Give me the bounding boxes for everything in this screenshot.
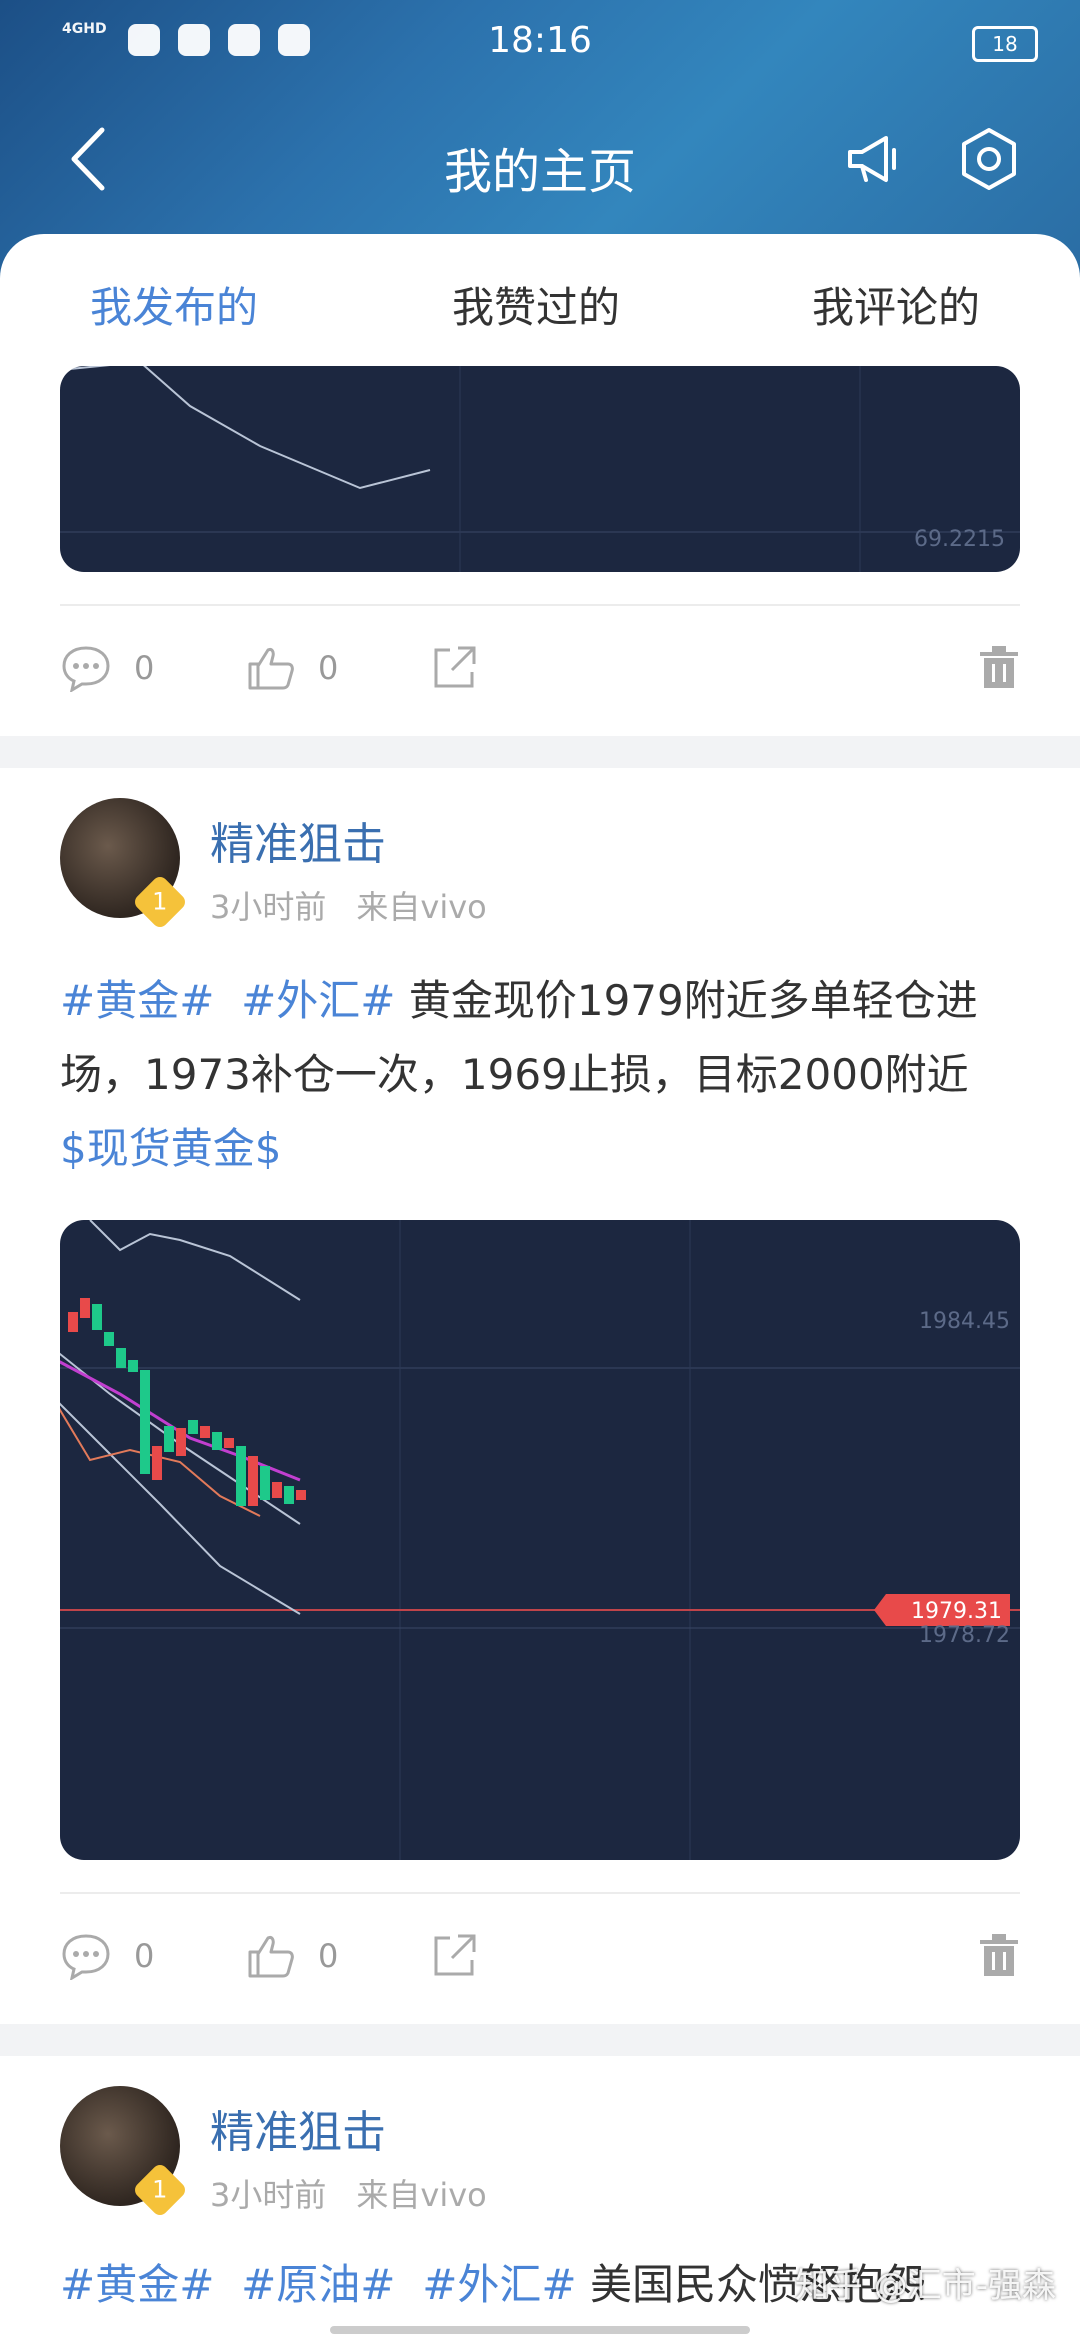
like-button[interactable]: 0: [246, 1932, 338, 1980]
divider: [60, 1892, 1020, 1894]
hashtag-gold[interactable]: #黄金#: [60, 976, 214, 1025]
post-actions: 0 0: [0, 1914, 1080, 2004]
chart-price-label: 69.2215: [914, 527, 1005, 552]
thumbs-up-icon: [248, 1936, 294, 1978]
share-icon: [434, 646, 476, 688]
nav-bar: 我的主页: [0, 110, 1080, 210]
tab-liked[interactable]: 我赞过的: [452, 274, 620, 335]
thumbs-up-icon: [248, 648, 294, 690]
like-button[interactable]: 0: [246, 644, 338, 692]
status-time: 18:16: [488, 20, 592, 61]
post-chart-image[interactable]: 69.2215: [60, 366, 1020, 572]
username[interactable]: 精准狙击: [210, 2096, 386, 2160]
divider: [60, 604, 1020, 606]
chart-price-high: 1984.45: [919, 1309, 1010, 1334]
chart-image-graphic: 69.2215: [60, 366, 1020, 572]
candles: [68, 1298, 306, 1506]
page-title: 我的主页: [443, 144, 636, 200]
delete-icon[interactable]: [978, 644, 1020, 690]
post-chart-image[interactable]: 1984.45 1979.31 1978.72: [60, 1220, 1020, 1860]
comment-count: 0: [134, 1937, 155, 1975]
like-count: 0: [318, 1937, 339, 1975]
post-source: 来自vivo: [356, 888, 487, 926]
post-actions: 0 0: [0, 626, 1080, 716]
hashtag-forex[interactable]: #外汇#: [241, 976, 395, 1025]
candlestick-chart-graphic: 1984.45 1979.31 1978.72: [60, 1220, 1020, 1860]
comment-button[interactable]: 0: [60, 1932, 154, 1980]
like-count: 0: [318, 649, 339, 687]
comment-count: 0: [134, 649, 155, 687]
tab-my-posts[interactable]: 我发布的: [90, 274, 258, 335]
post-separator: [0, 736, 1080, 768]
comment-icon: [62, 646, 110, 692]
post-source: 来自vivo: [356, 2176, 487, 2214]
chart-current-price: 1979.31: [911, 1599, 1002, 1624]
tab-commented[interactable]: 我评论的: [812, 274, 980, 335]
watermark: 知乎 @汇市-强森: [794, 2266, 1056, 2306]
announcement-icon[interactable]: [842, 126, 908, 192]
home-indicator[interactable]: [330, 2326, 750, 2334]
delete-icon[interactable]: [978, 1932, 1020, 1978]
share-button[interactable]: [430, 1932, 500, 1980]
hashtag-oil[interactable]: #原油#: [241, 2260, 395, 2309]
share-icon: [434, 1934, 476, 1976]
chart-price-low: 1978.72: [919, 1623, 1010, 1648]
settings-icon[interactable]: [956, 126, 1022, 192]
stock-tag[interactable]: $现货黄金$: [60, 1124, 281, 1173]
post-meta: 3小时前 来自vivo: [210, 882, 517, 928]
battery-icon: 18: [972, 26, 1038, 62]
username[interactable]: 精准狙击: [210, 808, 386, 872]
post-time: 3小时前: [210, 2176, 327, 2214]
post-time: 3小时前: [210, 888, 327, 926]
comment-button[interactable]: 0: [60, 644, 154, 692]
hashtag-gold[interactable]: #黄金#: [60, 2260, 214, 2309]
tab-bar: 我发布的 我赞过的 我评论的: [0, 234, 1080, 364]
post-meta: 3小时前 来自vivo: [210, 2170, 517, 2216]
post-body: #黄金# #外汇# 黄金现价1979附近多单轻仓进场，1973补仓一次，1969…: [60, 964, 1040, 1186]
content-panel: 我发布的 我赞过的 我评论的 69.2215 0 0 1 精准狙击 3小时前 来…: [0, 234, 1080, 2340]
post-separator: [0, 2024, 1080, 2056]
hashtag-forex[interactable]: #外汇#: [422, 2260, 576, 2309]
comment-icon: [62, 1934, 110, 1980]
status-bar: 4GHD 18:16 18: [0, 0, 1080, 84]
share-button[interactable]: [430, 644, 500, 692]
